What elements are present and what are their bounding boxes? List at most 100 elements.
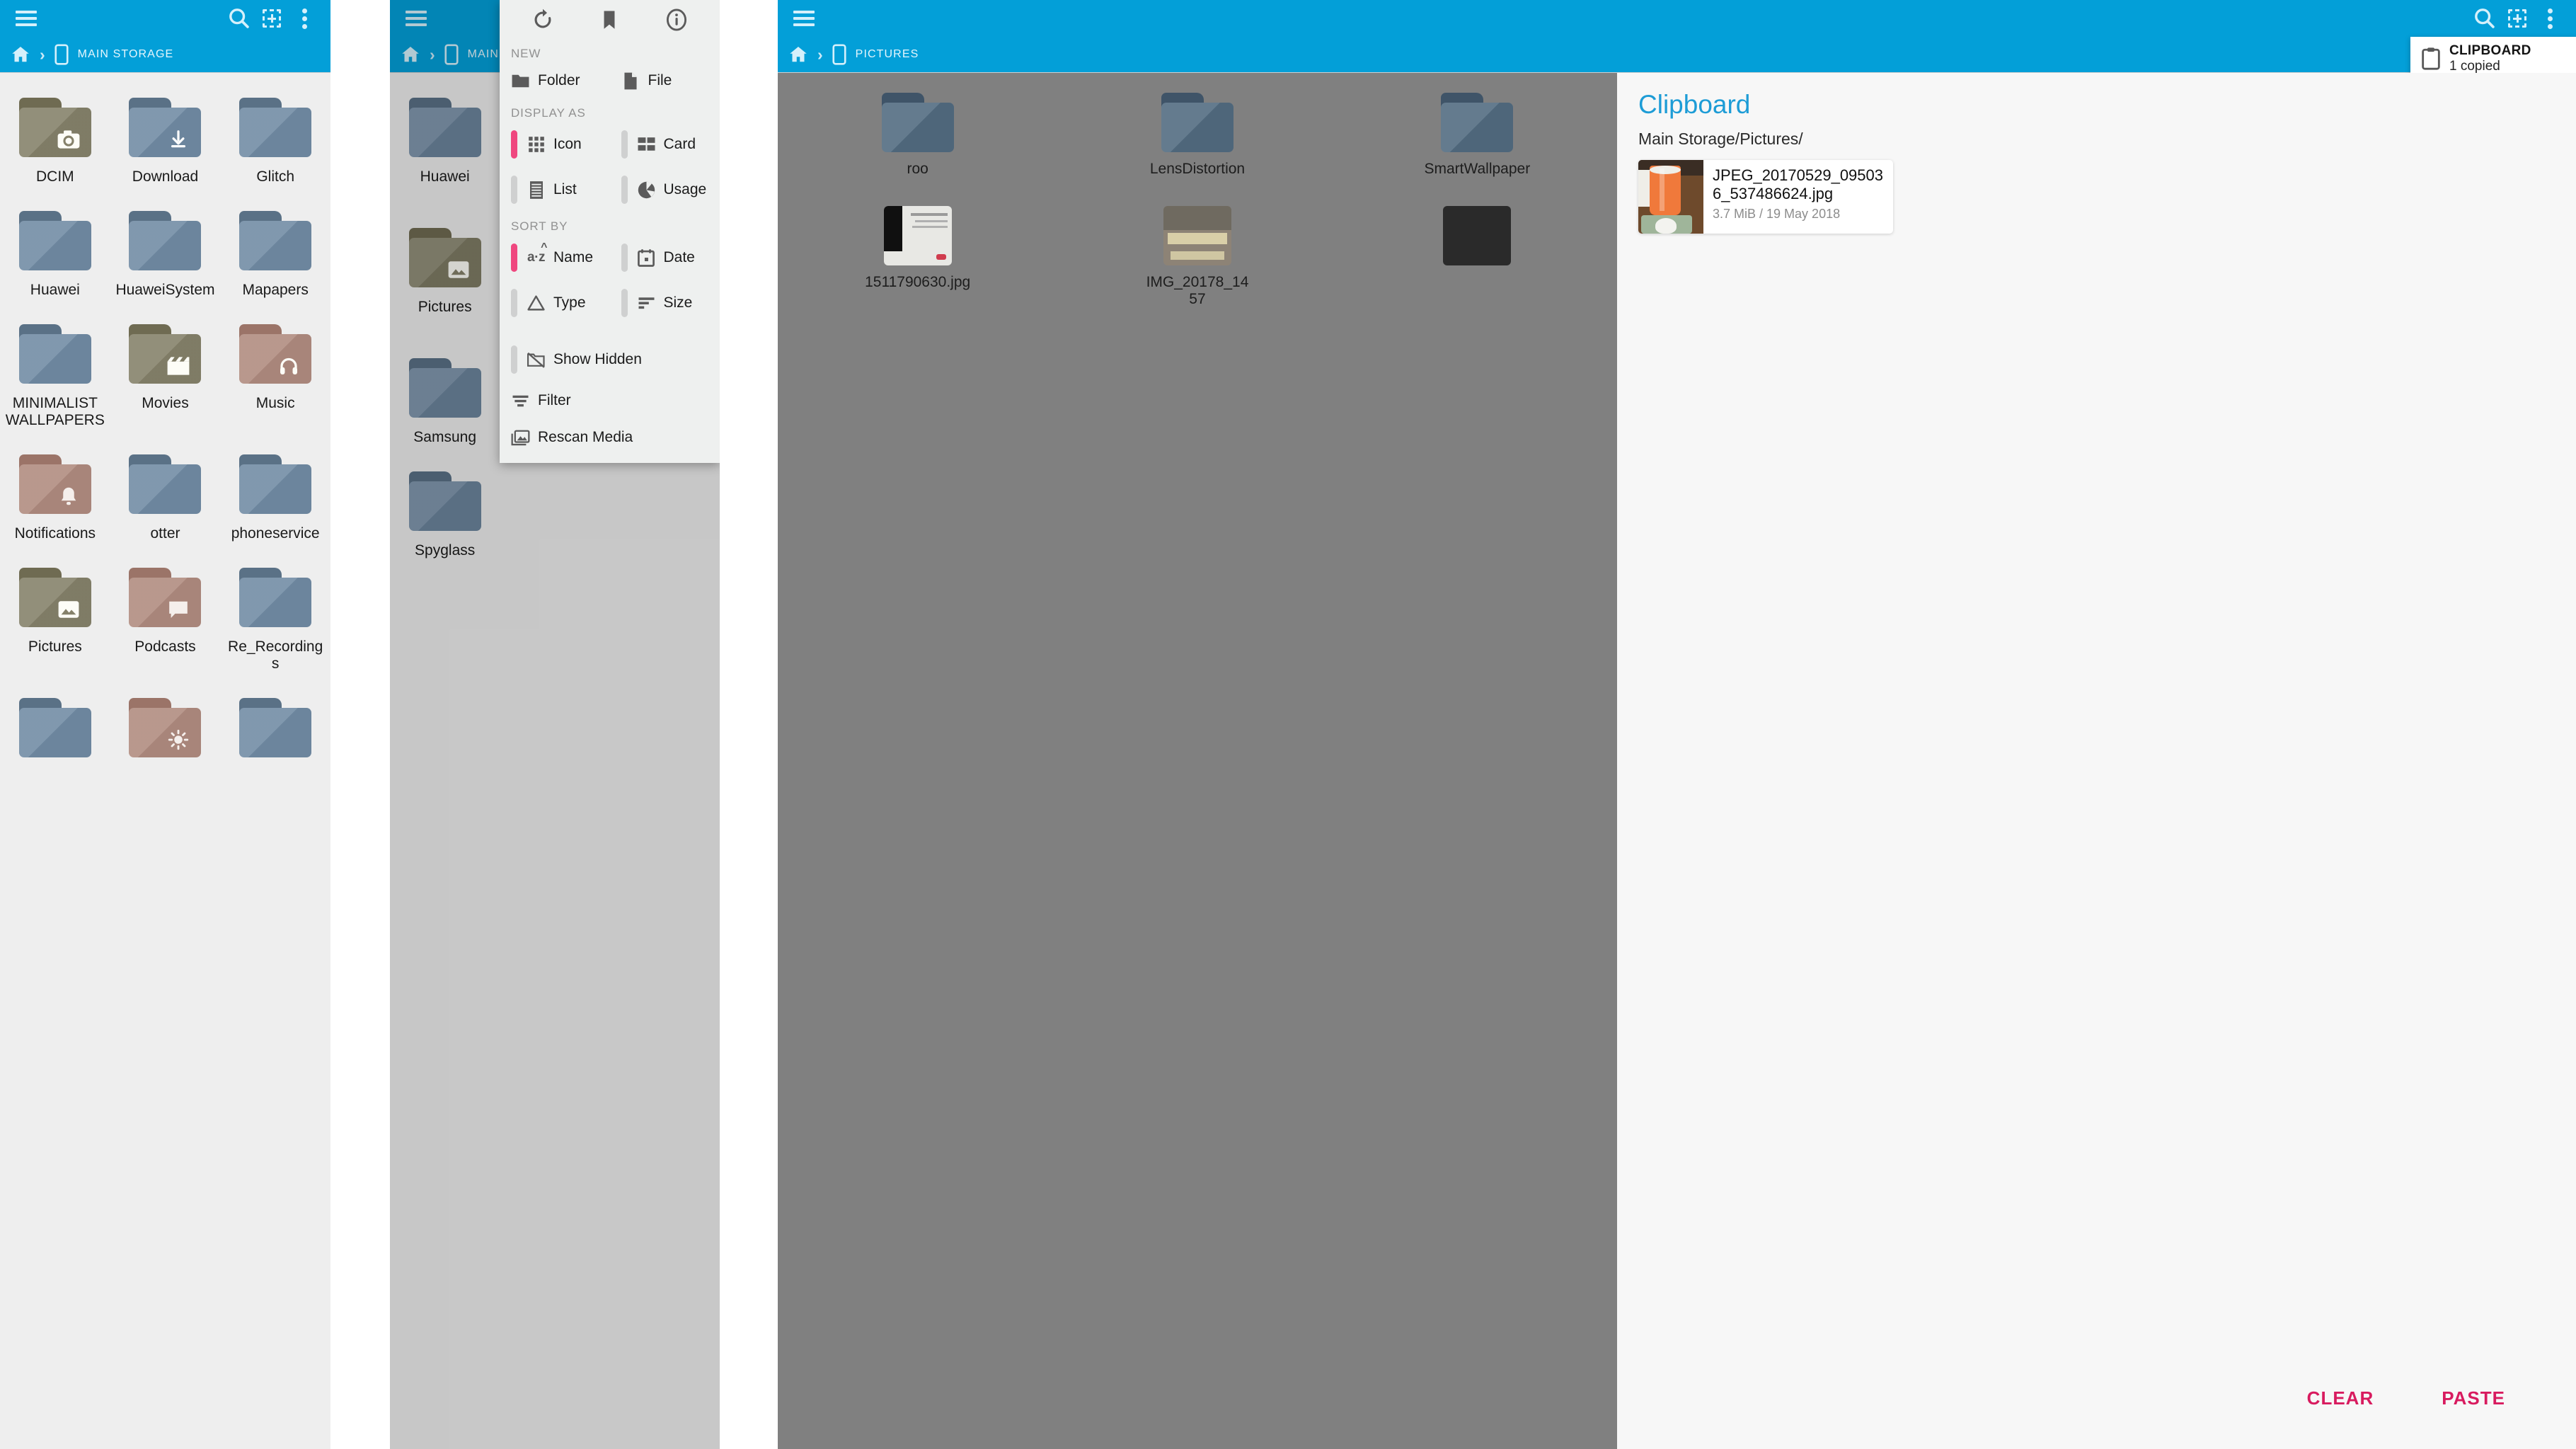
file-grid-dimmed: rooLensDistortion SmartWallpaper 151179063… [778,73,1617,1449]
home-icon[interactable] [10,44,31,65]
menu-item-label: Filter [538,392,571,409]
file-grid-item[interactable]: Podcasts [110,552,221,682]
menu-item-usage[interactable]: Usage [610,167,720,212]
folder-icon [511,71,530,91]
breadcrumb-path[interactable]: Pictures [856,48,919,61]
file-grid-item-dimmed[interactable]: SmartWallpaper [1338,79,1617,192]
file-grid-item-dimmed[interactable]: roo [778,79,1057,192]
folder-icon [19,211,91,270]
file-grid-item-label: SmartWallpaper [1424,161,1530,178]
menu-item-date[interactable]: Date [610,235,720,280]
search-icon[interactable] [223,2,255,35]
file-grid-item-dimmed[interactable] [1338,192,1617,322]
menu-item-group: a·zNameDateType Size [500,235,720,326]
folder-icon [239,454,311,514]
select-all-icon[interactable] [2501,2,2534,35]
file-grid-item[interactable]: Huawei [0,195,110,309]
file-grid-item-dimmed[interactable]: IMG_20178_1457 [1057,192,1337,322]
card-grid-icon [637,135,656,154]
clear-button[interactable]: CLEAR [2307,1387,2374,1409]
phone-icon[interactable] [54,44,69,65]
file-grid-item[interactable]: Download [110,82,221,195]
menu-item-card[interactable]: Card [610,122,720,167]
select-all-icon[interactable] [255,2,288,35]
sort-size-icon [637,294,656,313]
a-z-ascending-icon: a·z [527,248,546,268]
app-bar-panel1: › Main Storage [0,0,330,72]
menu-item-file[interactable]: File [610,62,720,99]
hamburger-icon[interactable] [788,2,820,35]
file-grid-item[interactable]: phoneservice [220,439,330,552]
phone-icon[interactable] [832,44,847,65]
clipboard-entry[interactable]: JPEG_20170529_095036_537486624.jpg3.7 Mi… [1638,160,1893,234]
hamburger-icon[interactable] [10,2,42,35]
file-grid-item[interactable]: Glitch [220,82,330,195]
movie-icon [165,355,192,377]
menu-section-title: New [500,40,720,62]
file-grid-item[interactable]: Movies [110,309,221,439]
paste-button[interactable]: PASTE [2442,1387,2505,1409]
file-grid-item[interactable]: MINIMALIST WALLPAPERS [0,309,110,439]
menu-item-label: Show Hidden [553,351,642,368]
triangle-icon [527,294,546,313]
file-grid-item-label: Notifications [15,525,96,542]
more-vertical-icon[interactable] [288,2,321,35]
file-grid-item[interactable]: Music [220,309,330,439]
file-grid-item[interactable]: DCIM [0,82,110,195]
screenshot-stage: › Main Storage DCIMDownloadGlitch HuaweiH… [0,0,2576,1449]
menu-item-rescan-media[interactable]: Rescan Media [500,419,720,456]
menu-item-label: Size [664,294,693,311]
headphones-icon [275,355,302,377]
breadcrumb-path[interactable]: Main Storage [78,48,174,61]
selection-indicator [621,289,628,317]
orange-mug-photo [1638,160,1703,234]
file-grid-item-label: Mapapers [242,282,308,299]
menu-item-name[interactable]: a·zName [500,235,610,280]
image-thumbnail [1163,206,1231,265]
file-grid-item-dimmed[interactable]: LensDistortion [1057,79,1337,192]
search-icon[interactable] [2468,2,2501,35]
clipboard-toast-title: CLIPBOARD [2449,43,2531,59]
clipboard-toast-subtitle: 1 copied [2449,59,2531,74]
menu-item-label: Folder [538,72,580,89]
menu-item-type[interactable]: Type [500,280,610,326]
menu-item-filter[interactable]: Filter [500,382,720,419]
folder-hidden-icon [527,350,546,370]
file-grid-item[interactable] [220,682,330,779]
pie-chart-icon [637,181,656,200]
file-grid-item[interactable]: Pictures [0,552,110,682]
file-grid-item[interactable]: HuaweiSystem [110,195,221,309]
file-grid-item[interactable] [0,682,110,779]
selection-indicator [511,130,517,159]
more-vertical-icon[interactable] [2534,2,2566,35]
breadcrumb: › Main Storage [0,37,330,72]
image-thumbnail [884,206,952,265]
file-grid-item[interactable]: otter [110,439,221,552]
image-icon [55,598,82,621]
file-grid-item[interactable]: Re_Recordings [220,552,330,682]
folder-icon [19,698,91,757]
folder-icon [1441,93,1513,152]
file-grid-item[interactable]: Mapapers [220,195,330,309]
info-icon[interactable] [660,4,693,36]
clipboard-heading: Clipboard [1617,73,2576,120]
menu-item-icon[interactable]: Icon [500,122,610,167]
file-grid-item-label: Re_Recordings [224,638,326,672]
file-grid-item[interactable]: Notifications [0,439,110,552]
home-icon[interactable] [788,44,809,65]
folder-icon [19,324,91,384]
file-grid-item-dimmed[interactable]: 1511790630.jpg [778,192,1057,322]
folder-icon [19,568,91,627]
bookmark-icon[interactable] [593,4,626,36]
file-grid-item[interactable] [110,682,221,779]
menu-item-show-hidden[interactable]: Show Hidden [500,337,720,382]
overflow-menu: New Folder FileDisplay asIconCardListUsage… [500,0,720,463]
menu-item-list[interactable]: List [500,167,610,212]
menu-item-folder[interactable]: Folder [500,62,610,99]
menu-item-size[interactable]: Size [610,280,720,326]
menu-section-title: Sort by [500,212,720,235]
menu-section-title: Display as [500,99,720,122]
refresh-icon[interactable] [527,4,559,36]
file-grid-item-label: phoneservice [231,525,320,542]
menu-item-group: Folder File [500,62,720,99]
